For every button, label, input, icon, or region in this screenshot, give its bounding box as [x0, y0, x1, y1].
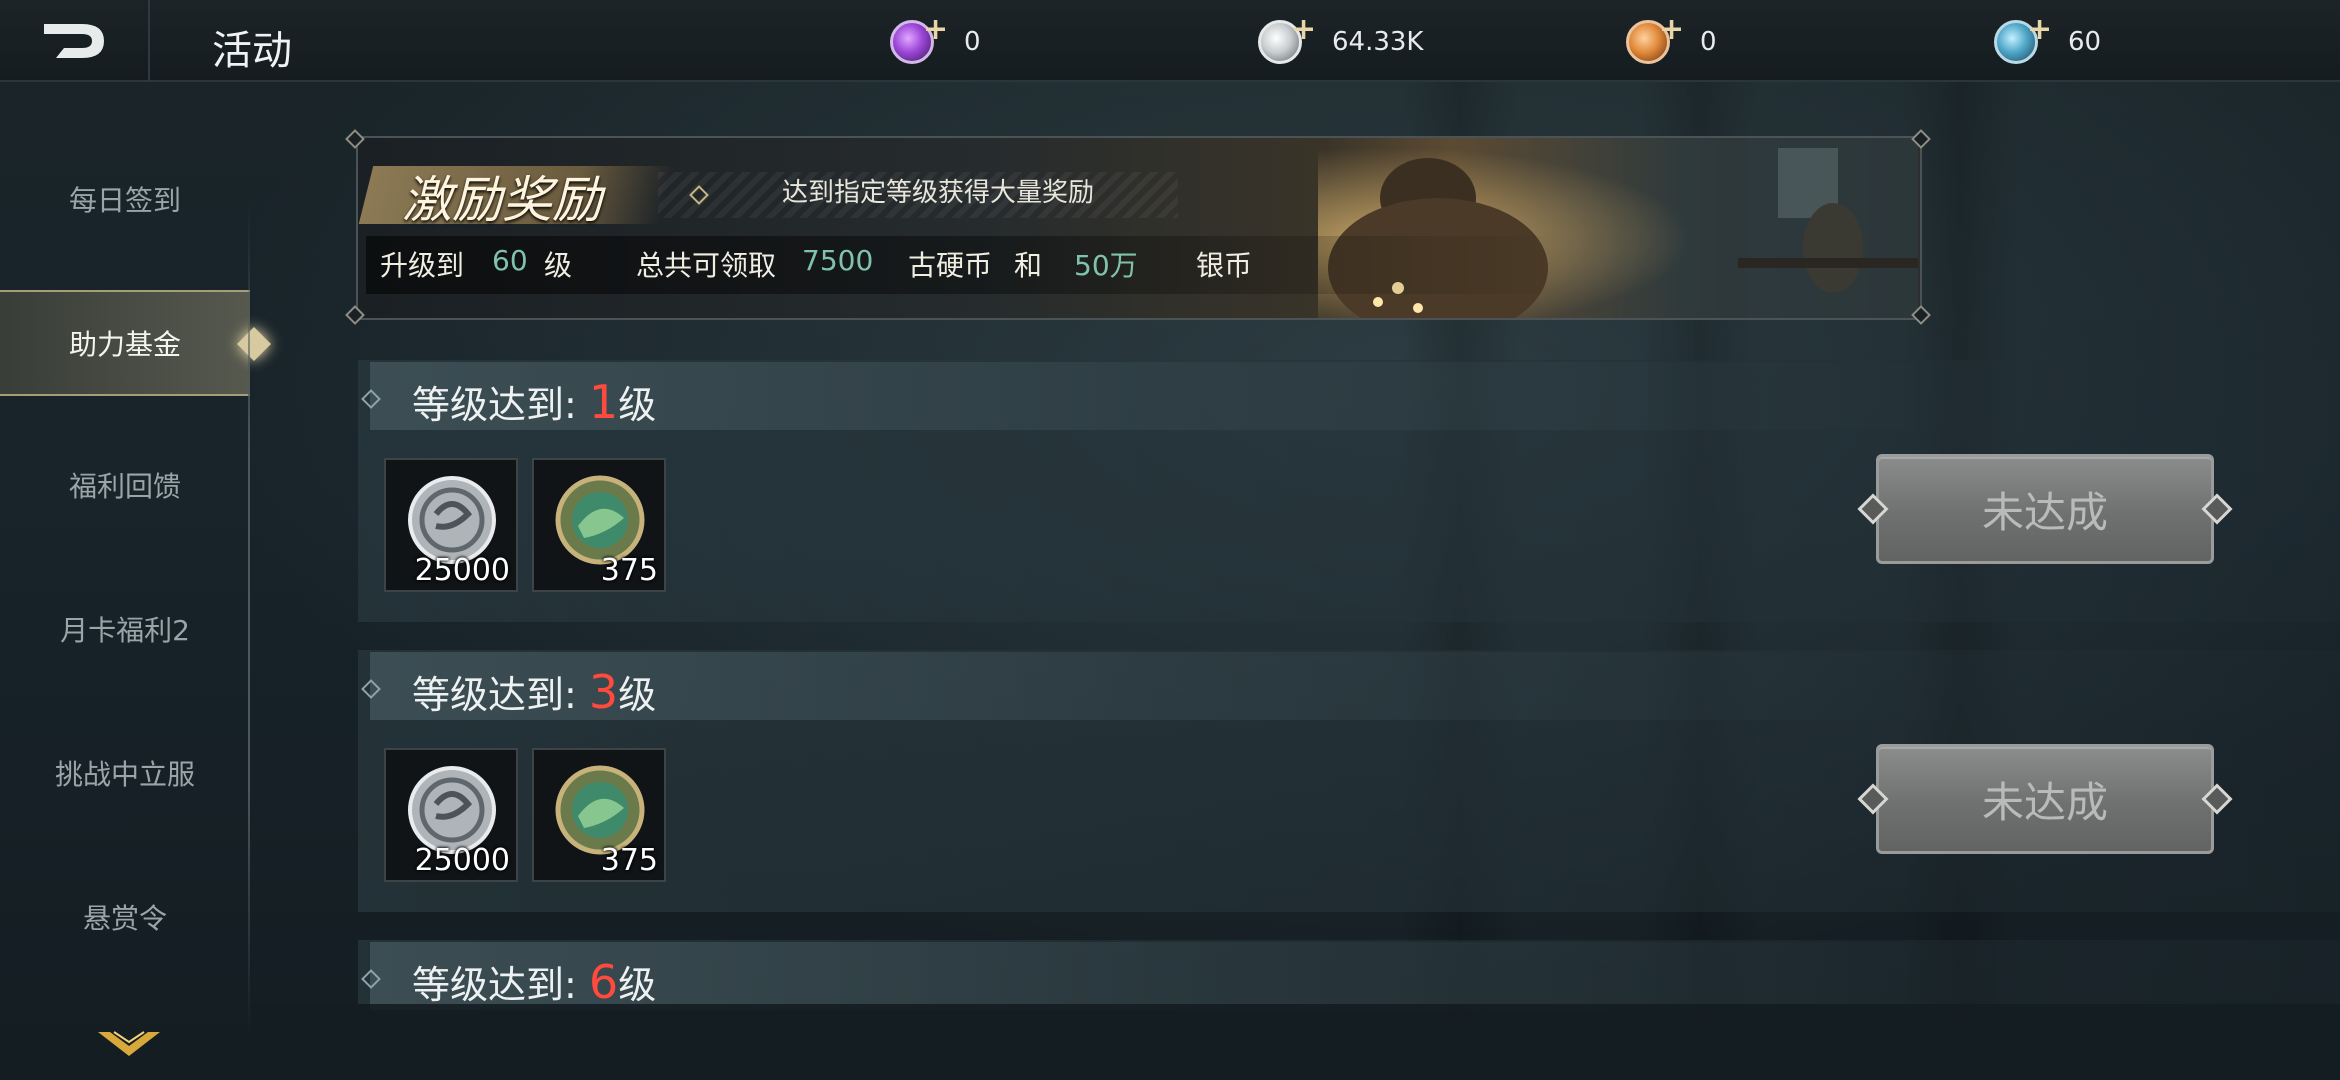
sidebar-item-monthly-card[interactable]: 月卡福利2: [0, 576, 250, 682]
level-suffix: 级: [618, 673, 657, 717]
sidebar-item-bounty[interactable]: 悬赏令: [0, 864, 250, 970]
reward-banner: 激励奖励 达到指定等级获得大量奖励 升级到 60 级 总共可领取 7500 古硬…: [356, 136, 1922, 320]
level-title: 等级达到: 1级: [412, 374, 656, 429]
item-count: 375: [600, 843, 658, 878]
orange-coin-icon: +: [1626, 15, 1684, 64]
purple-gem-icon: +: [890, 15, 948, 64]
item-count: 25000: [414, 843, 510, 878]
sidebar-item-label: 助力基金: [68, 328, 181, 361]
total-prefix: 总共可领取: [636, 249, 777, 282]
level-title: 等级达到: 6级: [412, 954, 656, 1009]
level-number: 3: [588, 665, 619, 719]
level-reward-row: 等级达到: 6级: [358, 940, 2340, 1010]
level-number: 1: [588, 375, 619, 429]
level-prefix: 等级达到:: [412, 383, 577, 427]
currency-value: 60: [2068, 27, 2102, 57]
silver-amount: 50万: [1074, 249, 1138, 282]
sidebar-item-challenge[interactable]: 挑战中立服: [0, 720, 250, 826]
item-count: 375: [600, 553, 658, 588]
bottom-fade: [252, 1004, 2340, 1080]
sidebar-item-label: 每日签到: [68, 184, 181, 217]
plus-icon[interactable]: +: [923, 15, 948, 45]
target-level: 60: [492, 244, 528, 277]
sidebar-item-label: 挑战中立服: [54, 758, 195, 791]
claim-button[interactable]: 未达成: [1876, 454, 2214, 564]
level-number: 6: [588, 955, 619, 1009]
teal-gem-icon: +: [1994, 15, 2052, 64]
claim-button[interactable]: 未达成: [1876, 744, 2214, 854]
plus-icon[interactable]: +: [1291, 15, 1316, 45]
currency-value: 64.33K: [1332, 27, 1424, 57]
silver-name: 银币: [1196, 249, 1253, 282]
sidebar-item-fund[interactable]: 助力基金: [0, 290, 271, 396]
reward-item-silver[interactable]: 25000: [384, 458, 518, 592]
sidebar: 每日签到 助力基金 福利回馈 月卡福利2 挑战中立服 悬赏令: [0, 84, 271, 1080]
currency-orange[interactable]: + 0: [1626, 14, 1717, 70]
level-title: 等级达到: 3级: [412, 664, 656, 719]
level-prefix: 等级达到:: [412, 673, 577, 717]
plus-icon[interactable]: +: [2027, 15, 2052, 45]
plus-icon[interactable]: +: [1659, 15, 1684, 45]
currency-silver[interactable]: + 64.33K: [1258, 14, 1423, 70]
currency-purple[interactable]: + 0: [890, 14, 981, 70]
claim-button-wrap: 未达成: [1857, 744, 2233, 854]
level-suffix: 级: [544, 249, 573, 282]
banner-subtitle: 达到指定等级获得大量奖励: [782, 178, 1095, 208]
scroll-down-chevron-icon[interactable]: [96, 1030, 162, 1058]
level-prefix: 等级达到:: [412, 963, 577, 1007]
top-bar: 活动 + 0 + 64.33K + 0 + 60: [0, 0, 2340, 82]
sidebar-item-welfare[interactable]: 福利回馈: [0, 432, 250, 538]
coin-amount: 7500: [802, 244, 874, 277]
sidebar-divider: [248, 204, 250, 1034]
claim-button-wrap: 未达成: [1857, 454, 2233, 564]
reward-item-ancient-coin[interactable]: 375: [532, 458, 666, 592]
currency-value: 0: [964, 27, 981, 57]
back-arrow-icon: [44, 24, 104, 58]
upgrade-prefix: 升级到: [380, 249, 465, 282]
silver-coin-icon: +: [1258, 15, 1316, 64]
coin-name: 古硬币: [908, 249, 993, 282]
level-suffix: 级: [618, 383, 657, 427]
reward-item-ancient-coin[interactable]: 375: [532, 748, 666, 882]
reward-item-silver[interactable]: 25000: [384, 748, 518, 882]
banner-title: 激励奖励: [402, 171, 602, 229]
level-reward-row: 等级达到: 1级 25000 375 未达成: [358, 360, 2340, 622]
level-suffix: 级: [618, 963, 657, 1007]
back-button[interactable]: [0, 0, 150, 82]
sidebar-item-label: 悬赏令: [82, 902, 167, 935]
active-indicator-icon: [237, 327, 271, 361]
currency-teal[interactable]: + 60: [1994, 14, 2101, 70]
sidebar-item-label: 福利回馈: [68, 470, 181, 503]
item-count: 25000: [414, 553, 510, 588]
sidebar-item-label: 月卡福利2: [60, 614, 190, 647]
and-text: 和: [1014, 249, 1043, 282]
sidebar-item-daily-checkin[interactable]: 每日签到: [0, 146, 250, 252]
currency-value: 0: [1700, 27, 1717, 57]
page-title: 活动: [212, 28, 292, 74]
level-reward-row: 等级达到: 3级 25000 375 未达成: [358, 650, 2340, 912]
